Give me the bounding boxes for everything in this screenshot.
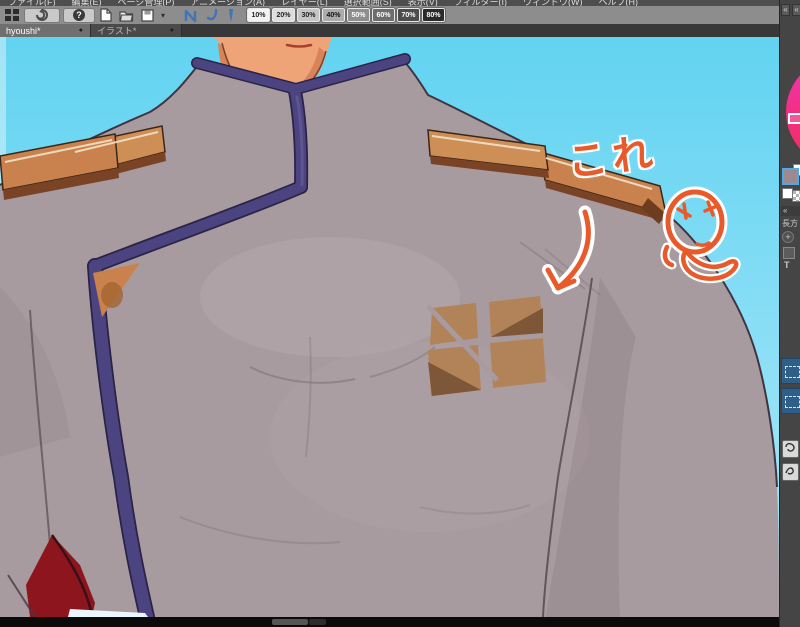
- subtool-rect-select-item-2[interactable]: [781, 388, 800, 414]
- open-file-button[interactable]: [117, 8, 136, 23]
- save-icon: [141, 8, 154, 22]
- opacity-30-button[interactable]: 30%: [296, 7, 322, 23]
- rect-marquee-icon: [785, 366, 800, 378]
- right-palette-column: « « « 長方 + T: [779, 0, 800, 627]
- new-file-button[interactable]: [98, 8, 114, 23]
- snap-curve-button[interactable]: [203, 8, 221, 23]
- horizontal-scrollbar[interactable]: [0, 617, 779, 627]
- zigzag-ruler-icon: [184, 9, 197, 22]
- lasso-tool-button[interactable]: [782, 440, 799, 458]
- collapse-panel-button[interactable]: «: [781, 4, 790, 16]
- chevron-down-icon: ▾: [161, 10, 166, 20]
- command-toolbar: ? ▾ 10% 20% 30% 40% 50% 60% 70% 80%: [0, 6, 779, 24]
- curve-select-icon: [785, 467, 794, 475]
- scrollbar-thumb[interactable]: [272, 619, 308, 625]
- help-button[interactable]: ?: [63, 7, 95, 23]
- color-wheel-swatch-icon: [788, 113, 800, 124]
- sub-tool-panel-header[interactable]: «: [781, 206, 800, 216]
- workspace-grid-button[interactable]: [3, 8, 21, 23]
- opacity-10-button[interactable]: 10%: [246, 7, 272, 23]
- opacity-70-button[interactable]: 70%: [396, 7, 422, 23]
- opacity-20-button[interactable]: 20%: [271, 7, 297, 23]
- tab-hyoushi[interactable]: hyoushi* ●: [0, 24, 91, 37]
- opacity-80-button[interactable]: 80%: [421, 7, 447, 23]
- pen-nib-icon: [229, 8, 234, 22]
- grid-icon: [5, 9, 19, 21]
- document-tab-bar: hyoushi* ● イラスト* ●: [0, 24, 779, 37]
- clip-studio-paint-window: ファイル(F) 編集(E) ページ管理(P) アニメーション(A) レイヤー(L…: [0, 0, 800, 627]
- save-button[interactable]: [139, 8, 156, 23]
- clip-studio-logo-icon: [36, 9, 48, 21]
- transparent-color-swatch[interactable]: [792, 190, 800, 202]
- opacity-40-button[interactable]: 40%: [321, 7, 347, 23]
- opacity-60-button[interactable]: 60%: [371, 7, 397, 23]
- text-tool-icon: T: [784, 260, 790, 270]
- opacity-50-button[interactable]: 50%: [346, 7, 372, 23]
- snap-ruler-button[interactable]: [181, 8, 200, 23]
- canvas-area[interactable]: これ: [0, 37, 779, 617]
- modified-dot-icon: ●: [78, 27, 83, 34]
- modified-dot-icon: ●: [169, 27, 174, 34]
- opacity-preset-row: 10% 20% 30% 40% 50% 60% 70% 80%: [246, 7, 447, 23]
- sub-tool-label: 長方: [782, 219, 798, 228]
- tool-property-box-icon[interactable]: [783, 247, 795, 259]
- subtool-rect-select-item[interactable]: [781, 358, 800, 384]
- clip-studio-button[interactable]: [24, 7, 60, 23]
- curve-select-tool-button[interactable]: [782, 463, 799, 481]
- tab-label: イラスト*: [97, 26, 137, 36]
- save-dropdown-button[interactable]: ▾: [159, 8, 167, 23]
- main-color-swatch[interactable]: [782, 168, 799, 185]
- add-sub-tool-button[interactable]: +: [782, 231, 794, 243]
- rect-marquee-icon: [785, 396, 800, 408]
- tab-label: hyoushi*: [6, 25, 41, 36]
- annotation-text: これ: [565, 130, 660, 186]
- color-wheel[interactable]: [780, 55, 800, 163]
- lasso-icon: [785, 442, 795, 452]
- collapse-panel-button-2[interactable]: «: [792, 4, 800, 16]
- tab-illust[interactable]: イラスト* ●: [91, 24, 182, 37]
- new-file-icon: [100, 8, 112, 22]
- help-icon: ?: [73, 9, 85, 21]
- artwork: [0, 37, 779, 617]
- curve-ruler-icon: [206, 8, 218, 20]
- snap-special-button[interactable]: [224, 8, 238, 23]
- scrollbar-segment: [309, 619, 326, 625]
- open-folder-icon: [119, 10, 134, 22]
